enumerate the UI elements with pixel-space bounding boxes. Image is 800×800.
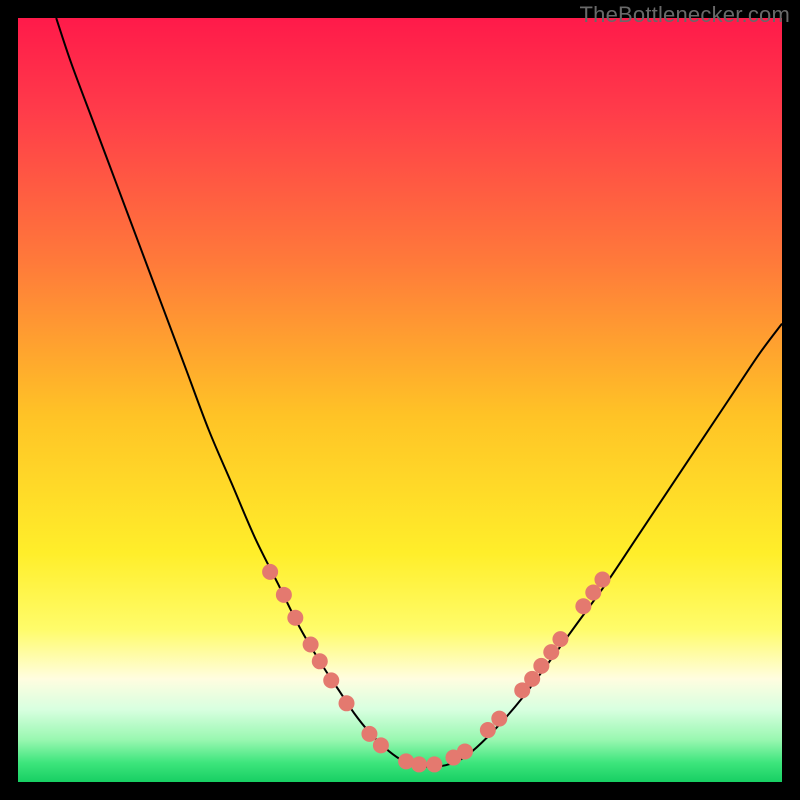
bottleneck-chart (18, 18, 782, 782)
bead-marker (312, 653, 328, 669)
bead-marker (552, 631, 568, 647)
bead-marker (575, 598, 591, 614)
chart-frame (18, 18, 782, 782)
bead-marker (524, 671, 540, 687)
bead-marker (276, 587, 292, 603)
bead-marker (339, 695, 355, 711)
bead-marker (323, 672, 339, 688)
bead-marker (303, 636, 319, 652)
bead-marker (585, 585, 601, 601)
bead-marker (426, 756, 442, 772)
bead-marker (361, 726, 377, 742)
bead-marker (373, 737, 389, 753)
gradient-background (18, 18, 782, 782)
bead-marker (491, 711, 507, 727)
bead-marker (262, 564, 278, 580)
bead-marker (480, 722, 496, 738)
bead-marker (543, 644, 559, 660)
bead-marker (411, 756, 427, 772)
bead-marker (287, 610, 303, 626)
bead-marker (533, 658, 549, 674)
bead-marker (594, 572, 610, 588)
bead-marker (457, 743, 473, 759)
watermark-text: TheBottlenecker.com (580, 2, 790, 28)
